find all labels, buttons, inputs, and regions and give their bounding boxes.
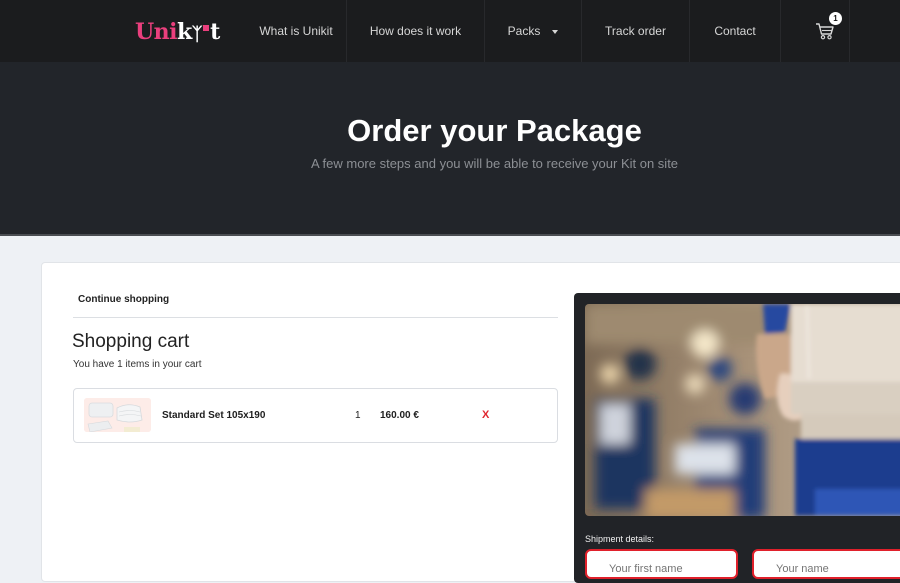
nav-label: How does it work bbox=[369, 24, 462, 38]
hero-section: Order your Package A few more steps and … bbox=[0, 62, 900, 234]
nav-what-is-unikit[interactable]: What is Unikit bbox=[246, 0, 347, 62]
item-name: Standard Set 105x190 bbox=[162, 410, 266, 421]
section-divider bbox=[73, 317, 558, 318]
nav-packs-dropdown[interactable]: Packs bbox=[485, 0, 582, 62]
nav-label: Contact bbox=[714, 24, 756, 38]
logo-text-part2: k bbox=[177, 19, 192, 45]
nav-label: Track order bbox=[605, 24, 666, 38]
shopping-cart-heading: Shopping cart bbox=[72, 331, 190, 352]
delivery-worker-photo bbox=[585, 304, 900, 516]
continue-shopping-link[interactable]: Continue shopping bbox=[78, 294, 169, 305]
unikit-logo[interactable]: Uni k ᛉ t bbox=[135, 17, 220, 45]
shipment-details-label: Shipment details: bbox=[585, 534, 655, 544]
item-price: 160.00 € bbox=[380, 410, 419, 421]
logo-text-part1: Uni bbox=[135, 19, 178, 45]
bedding-set-image bbox=[84, 398, 151, 432]
nav-how-does-it-work[interactable]: How does it work bbox=[347, 0, 485, 62]
cart-count-badge: 1 bbox=[829, 12, 842, 25]
hero-divider bbox=[0, 234, 900, 236]
caret-down-icon bbox=[552, 29, 559, 34]
page-subtitle: A few more steps and you will be able to… bbox=[310, 156, 679, 171]
logo-text-part3: t bbox=[210, 19, 220, 45]
first-name-input[interactable] bbox=[585, 549, 738, 579]
shopping-cart-icon bbox=[816, 23, 834, 40]
item-quantity: 1 bbox=[355, 410, 361, 421]
page-title: Order your Package bbox=[347, 113, 642, 148]
logo-square-icon bbox=[203, 25, 210, 31]
cart-item-count: You have 1 items in your cart bbox=[73, 359, 202, 370]
nav-contact[interactable]: Contact bbox=[690, 0, 781, 62]
remove-item-button[interactable]: X bbox=[482, 409, 489, 421]
nav-track-order[interactable]: Track order bbox=[582, 0, 690, 62]
cart-button[interactable]: 1 bbox=[781, 0, 850, 62]
nav-label: What is Unikit bbox=[259, 24, 333, 38]
last-name-input[interactable] bbox=[752, 549, 900, 579]
logo-person-icon: ᛉ bbox=[191, 24, 203, 45]
nav-label: Packs bbox=[507, 24, 541, 38]
top-navbar: Uni k ᛉ t What is Unikit How does it wor… bbox=[0, 0, 900, 62]
cart-item-row: Standard Set 105x190 1 160.00 € X bbox=[73, 388, 558, 443]
